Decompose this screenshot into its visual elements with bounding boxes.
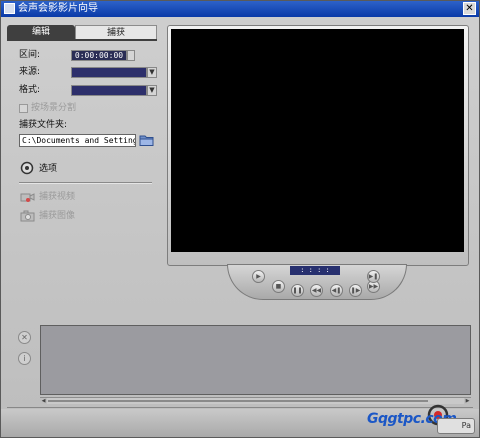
split-by-scene-label: 按场景分割 — [31, 103, 77, 113]
app-icon — [4, 3, 15, 14]
scroll-right-button[interactable]: ▶ — [464, 398, 471, 404]
options-icon[interactable] — [20, 161, 34, 175]
capture-folder-label: 捕获文件夹: — [19, 120, 68, 130]
window-title: 会声会影影片向导 — [18, 3, 98, 14]
camera-icon — [20, 210, 36, 222]
folder-icon — [139, 135, 154, 146]
info-icon[interactable]: i — [18, 352, 31, 365]
panel-divider — [19, 182, 152, 184]
tab-edit[interactable]: 编辑 — [7, 25, 75, 39]
format-dropdown-button[interactable]: ▼ — [147, 85, 157, 96]
options-button[interactable]: 选项 — [39, 163, 57, 175]
scroll-left-button[interactable]: ◀ — [40, 398, 47, 404]
end-button[interactable]: ▶❚ — [367, 270, 380, 283]
step-forward-button[interactable]: ❚▶ — [349, 284, 362, 297]
rewind-button[interactable]: ◀◀ — [310, 284, 323, 297]
transport-timecode: : : : : — [290, 266, 340, 275]
storyboard-area[interactable] — [40, 325, 471, 395]
split-by-scene-checkbox[interactable] — [19, 104, 28, 113]
browse-folder-button[interactable] — [139, 133, 154, 147]
footer-separator — [7, 407, 473, 408]
close-button[interactable]: ✕ — [463, 2, 476, 15]
play-button[interactable]: ▶ — [252, 270, 265, 283]
close-icon[interactable]: ✕ — [18, 331, 31, 344]
stop-button[interactable]: ■ — [272, 280, 285, 293]
format-label: 格式: — [19, 85, 41, 95]
interval-spinner[interactable] — [127, 50, 135, 61]
step-back-button[interactable]: ◀❚ — [330, 284, 343, 297]
format-select[interactable] — [71, 85, 147, 96]
tab-capture[interactable]: 捕获 — [75, 25, 157, 39]
tab-underline — [7, 39, 157, 41]
pause-button[interactable]: ❚❚ — [291, 284, 304, 297]
next-button[interactable]: Pa — [437, 418, 475, 434]
video-wizard-window: 会声会影影片向导 ✕ 编辑 捕获 区间: 0:00:00:00 来源: ▼ 格式… — [0, 0, 480, 438]
capture-image-button[interactable]: 捕获图像 — [39, 210, 75, 222]
mode-tabs: 编辑 捕获 — [7, 25, 157, 39]
title-bar[interactable]: 会声会影影片向导 ✕ — [1, 1, 479, 17]
video-preview — [171, 29, 464, 252]
capture-video-button[interactable]: 捕获视频 — [39, 191, 75, 203]
interval-timecode-field[interactable]: 0:00:00:00 — [71, 50, 127, 61]
source-label: 来源: — [19, 67, 41, 77]
camcorder-icon — [20, 191, 36, 203]
scroll-track[interactable] — [48, 400, 428, 402]
interval-label: 区间: — [19, 50, 41, 60]
capture-folder-input[interactable]: C:\Documents and Setting — [19, 134, 136, 147]
source-select[interactable] — [71, 67, 147, 78]
source-dropdown-button[interactable]: ▼ — [147, 67, 157, 78]
storyboard-scrollbar[interactable]: ◀ ▶ — [40, 397, 471, 404]
